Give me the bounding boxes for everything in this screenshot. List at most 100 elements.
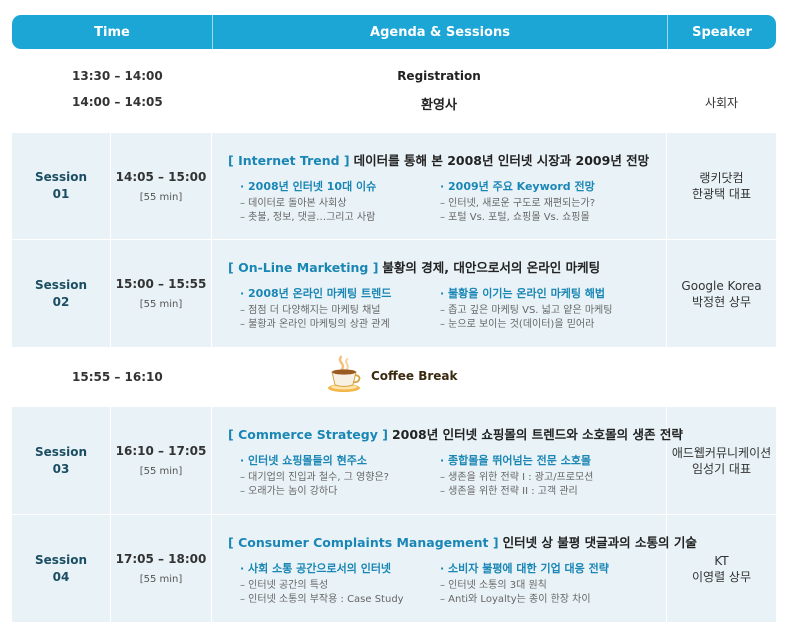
subtopic-heading: · 종합몰을 뛰어넘는 전문 소호몰 xyxy=(440,454,592,467)
session-row-03: Session 03 16:10 – 17:05 [55 min] [ Comm… xyxy=(12,407,776,514)
session-duration: [55 min] xyxy=(139,191,183,203)
session-title-text: 데이터를 통해 본 2008년 인터넷 시장과 2009년 전망 xyxy=(353,153,650,168)
session-label: Session 03 xyxy=(12,407,111,514)
subtopic-left: · 2008년 인터넷 10대 이슈 – 데이터로 돌아본 사회상 – 촛불, … xyxy=(240,178,440,225)
welcome-speaker: 사회자 xyxy=(704,96,739,110)
session-title: [ Consumer Complaints Management ] 인터넷 상… xyxy=(228,532,697,551)
session-number: 01 xyxy=(52,187,70,201)
subtopic-item: – 촛불, 정보, 댓글…그리고 사람 xyxy=(240,212,376,223)
subtopic-right: · 불황을 이기는 온라인 마케팅 해법 – 좁고 깊은 마케팅 VS. 넓고 … xyxy=(440,285,640,332)
session-label: Session 01 xyxy=(12,133,111,239)
subtopic-item: – 눈으로 보이는 것(데이터)을 믿어라 xyxy=(440,319,595,330)
session-label: Session 04 xyxy=(12,515,111,622)
session-speaker: 랭키닷컴 한광택 대표 xyxy=(667,133,776,239)
registration-label: Registration xyxy=(397,69,481,83)
subtopic-item: – 인터넷, 새로운 구도로 재편되는가? xyxy=(440,198,596,209)
session-time-cell: 14:05 – 15:00 [55 min] xyxy=(111,133,212,239)
subtopic-item: – 오래가는 놈이 강하다 xyxy=(240,486,338,497)
session-duration: [55 min] xyxy=(139,466,183,477)
session-row-02: Session 02 15:00 – 15:55 [55 min] [ On-L… xyxy=(12,240,776,347)
subtopic-item: – Anti와 Loyalty는 종이 한장 차이 xyxy=(440,594,591,605)
subtopic-right: · 종합몰을 뛰어넘는 전문 소호몰 – 생존을 위한 전략 I : 광고/프로… xyxy=(440,452,640,499)
subtopic-right: · 2009년 주요 Keyword 전망 – 인터넷, 새로운 구도로 재편되… xyxy=(440,178,640,225)
subtopic-heading: · 사회 소통 공간으로서의 인터넷 xyxy=(240,562,392,575)
session-time-cell: 16:10 – 17:05 [55 min] xyxy=(111,407,212,514)
welcome-time: 14:00 – 14:05 xyxy=(72,95,163,109)
session-tag: [ Commerce Strategy ] xyxy=(228,427,388,442)
session-duration: [55 min] xyxy=(139,299,183,310)
subtopic-left: · 사회 소통 공간으로서의 인터넷 – 인터넷 공간의 특성 – 인터넷 소통… xyxy=(240,560,440,607)
session-agenda-cell: [ Internet Trend ] 데이터를 통해 본 2008년 인터넷 시… xyxy=(212,133,667,239)
subtopic-item: – 인터넷 공간의 특성 xyxy=(240,580,329,591)
session-number: 04 xyxy=(52,569,70,584)
subtopic-heading: · 소비자 불평에 대한 기업 대응 전략 xyxy=(440,562,609,575)
session-title-text: 불황의 경제, 대안으로서의 온라인 마케팅 xyxy=(382,260,601,275)
session-word: Session xyxy=(35,552,87,567)
subtopic-heading: · 2008년 인터넷 10대 이슈 xyxy=(240,180,377,193)
coffee-break-row: 15:55 – 16:10 Coffee Break xyxy=(12,348,776,406)
subtopic-item: – 대기업의 진입과 철수, 그 영향은? xyxy=(240,472,389,483)
subtopic-left: · 2008년 온라인 마케팅 트렌드 – 점점 더 다양해지는 마케팅 채널 … xyxy=(240,285,440,332)
speaker-name: 박정현 상무 xyxy=(691,294,751,309)
session-speaker: KT 이영렬 상무 xyxy=(667,515,776,622)
subtopic-heading: · 인터넷 쇼핑몰들의 현주소 xyxy=(240,454,367,467)
session-speaker: 애드웹커뮤니케이션 임성기 대표 xyxy=(667,407,776,514)
session-agenda-cell: [ Consumer Complaints Management ] 인터넷 상… xyxy=(212,515,697,622)
session-title: [ On-Line Marketing ] 불황의 경제, 대안으로서의 온라인… xyxy=(228,257,600,276)
subtopic-item: – 점점 더 다양해지는 마케팅 채널 xyxy=(240,305,381,316)
session-tag: [ On-Line Marketing ] xyxy=(228,260,379,275)
subtopic-heading: · 불황을 이기는 온라인 마케팅 해법 xyxy=(440,287,606,300)
intro-rows: 13:30 – 14:00 Registration 14:00 – 14:05… xyxy=(12,62,776,126)
session-word: Session xyxy=(35,444,87,459)
session-title: [ Commerce Strategy ] 2008년 인터넷 쇼핑몰의 트렌드… xyxy=(228,424,683,443)
session-speaker: Google Korea 박정현 상무 xyxy=(667,240,776,347)
session-number: 03 xyxy=(52,461,70,476)
coffee-break-time: 15:55 – 16:10 xyxy=(72,370,163,384)
subtopic-right: · 소비자 불평에 대한 기업 대응 전략 – 인터넷 소통의 3대 원칙 – … xyxy=(440,560,640,607)
session-row-04: Session 04 17:05 – 18:00 [55 min] [ Cons… xyxy=(12,515,776,622)
subtopic-item: – 불황과 온라인 마케팅의 상관 관계 xyxy=(240,319,390,330)
speaker-name: 임성기 대표 xyxy=(691,461,751,476)
welcome-label: 환영사 xyxy=(421,98,457,113)
speaker-org: KT xyxy=(714,553,729,568)
speaker-org: 애드웹커뮤니케이션 xyxy=(671,445,772,460)
session-agenda-cell: [ On-Line Marketing ] 불황의 경제, 대안으로서의 온라인… xyxy=(212,240,667,347)
subtopic-item: – 좁고 깊은 마케팅 VS. 넓고 얕은 마케팅 xyxy=(440,305,613,316)
registration-time: 13:30 – 14:00 xyxy=(72,69,163,83)
session-word: Session xyxy=(35,277,87,292)
session-tag: [ Internet Trend ] xyxy=(228,153,350,168)
subtopic-left: · 인터넷 쇼핑몰들의 현주소 – 대기업의 진입과 철수, 그 영향은? – … xyxy=(240,452,440,499)
subtopic-item: – 생존을 위한 전략 I : 광고/프로모션 xyxy=(440,472,594,483)
session-word: Session xyxy=(35,170,87,184)
subtopic-item: – 인터넷 소통의 3대 원칙 xyxy=(440,580,547,591)
session-label: Session 02 xyxy=(12,240,111,347)
session-time: 16:10 – 17:05 xyxy=(115,444,207,458)
session-agenda-cell: [ Commerce Strategy ] 2008년 인터넷 쇼핑몰의 트렌드… xyxy=(212,407,683,514)
speaker-org: 랭키닷컴 xyxy=(699,171,744,185)
speaker-name: 이영렬 상무 xyxy=(691,569,751,584)
session-time-cell: 15:00 – 15:55 [55 min] xyxy=(111,240,212,347)
session-duration: [55 min] xyxy=(139,574,183,585)
subtopic-item: – 포털 Vs. 포털, 쇼핑몰 Vs. 쇼핑몰 xyxy=(440,212,590,223)
header-speaker: Speaker xyxy=(692,24,752,40)
subtopic-item: – 인터넷 소통의 부작용 : Case Study xyxy=(240,594,404,605)
session-title-text: 2008년 인터넷 쇼핑몰의 트렌드와 소호몰의 생존 전략 xyxy=(391,427,683,442)
session-time: 17:05 – 18:00 xyxy=(115,552,207,566)
speaker-org: Google Korea xyxy=(681,278,762,293)
session-number: 02 xyxy=(52,294,70,309)
session-time: 14:05 – 15:00 xyxy=(115,169,207,184)
subtopic-item: – 데이터로 돌아본 사회상 xyxy=(240,198,347,209)
subtopic-item: – 생존을 위한 전략 II : 고객 관리 xyxy=(440,486,578,497)
session-tag: [ Consumer Complaints Management ] xyxy=(228,535,499,550)
schedule-header: Time Agenda & Sessions Speaker xyxy=(12,15,776,49)
coffee-break-label: Coffee Break xyxy=(371,369,458,383)
header-time: Time xyxy=(12,15,213,49)
session-time: 15:00 – 15:55 xyxy=(115,277,207,291)
session-time-cell: 17:05 – 18:00 [55 min] xyxy=(111,515,212,622)
subtopic-heading: · 2009년 주요 Keyword 전망 xyxy=(440,180,595,193)
coffee-cup-icon xyxy=(326,354,362,398)
header-agenda: Agenda & Sessions xyxy=(213,15,668,49)
session-title: [ Internet Trend ] 데이터를 통해 본 2008년 인터넷 시… xyxy=(228,150,649,169)
session-row-01: Session 01 14:05 – 15:00 [55 min] [ Inte… xyxy=(12,133,776,239)
speaker-name: 한광택 대표 xyxy=(691,187,751,201)
